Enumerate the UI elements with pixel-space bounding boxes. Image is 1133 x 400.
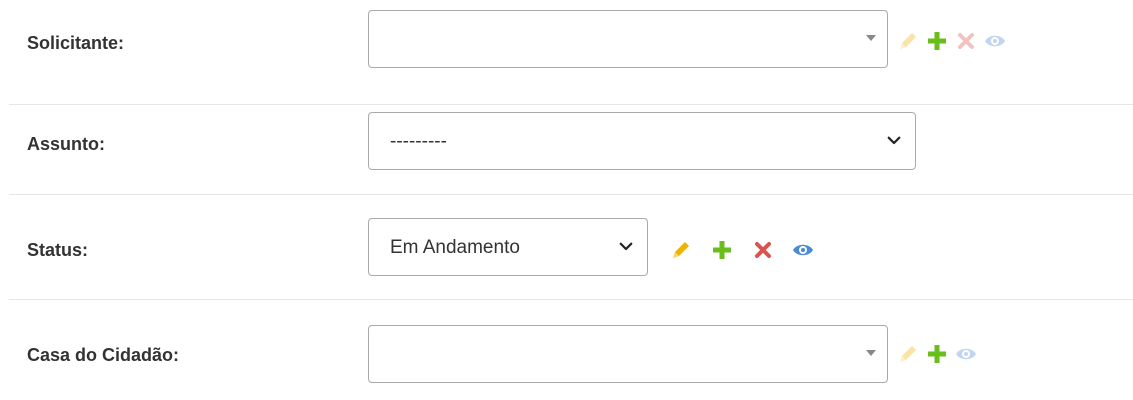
chevron-down-icon[interactable] bbox=[617, 237, 635, 255]
plus-icon[interactable] bbox=[710, 238, 734, 262]
assunto-label: Assunto: bbox=[27, 134, 105, 154]
status-label: Status: bbox=[27, 240, 89, 260]
eye-icon[interactable] bbox=[983, 29, 1007, 53]
eye-icon[interactable] bbox=[954, 342, 978, 366]
solicitante-select[interactable] bbox=[368, 10, 888, 68]
pencil-icon[interactable] bbox=[896, 342, 920, 366]
caret-down-icon[interactable] bbox=[866, 35, 876, 41]
casa-select[interactable] bbox=[368, 325, 888, 383]
plus-icon[interactable] bbox=[925, 342, 949, 366]
pencil-icon[interactable] bbox=[669, 238, 693, 262]
plus-icon[interactable] bbox=[925, 29, 949, 53]
pencil-icon[interactable] bbox=[896, 29, 920, 53]
x-icon[interactable] bbox=[954, 29, 978, 53]
eye-icon[interactable] bbox=[791, 238, 815, 262]
x-icon[interactable] bbox=[751, 238, 775, 262]
caret-down-icon[interactable] bbox=[866, 350, 876, 356]
casa-label: Casa do Cidadão: bbox=[27, 345, 180, 365]
casa-row: Casa do Cidadão: bbox=[9, 300, 1133, 400]
solicitante-label: Solicitante: bbox=[27, 33, 125, 53]
status-value: Em Andamento bbox=[390, 237, 520, 258]
assunto-row: Assunto: --------- bbox=[9, 90, 1133, 195]
status-row: Status: Em Andamento bbox=[9, 195, 1133, 300]
assunto-select[interactable]: --------- bbox=[368, 112, 916, 170]
assunto-value: --------- bbox=[390, 131, 447, 152]
chevron-down-icon[interactable] bbox=[885, 131, 903, 149]
status-select[interactable]: Em Andamento bbox=[368, 218, 648, 276]
related-fields-form: Solicitante: Assunto: --------- Status: … bbox=[0, 0, 1133, 400]
